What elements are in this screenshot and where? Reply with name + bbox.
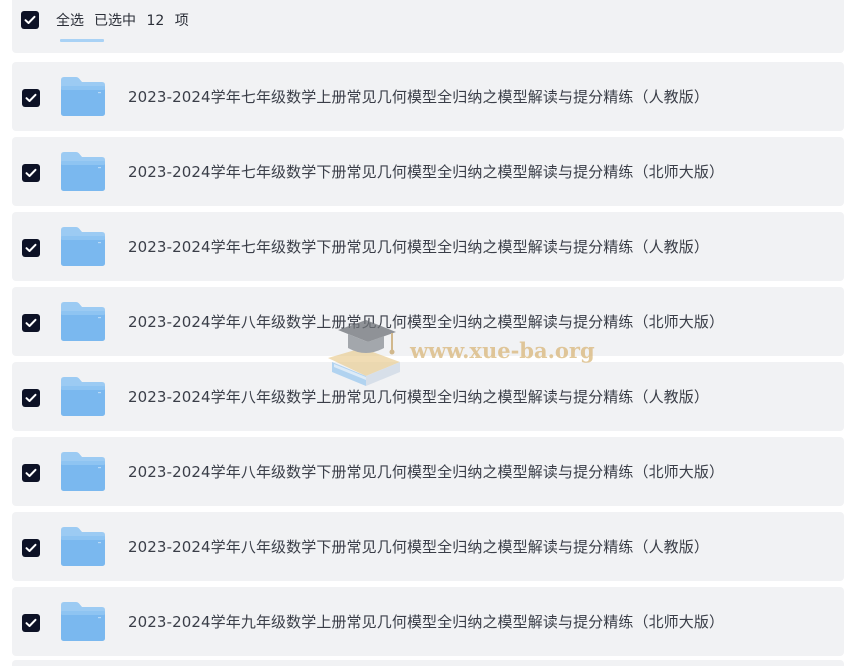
item-name[interactable]: 2023-2024学年七年级数学上册常见几何模型全归纳之模型解读与提分精练（人教…	[128, 86, 709, 107]
checkmark-icon	[25, 318, 37, 327]
item-checkbox[interactable]	[22, 614, 40, 632]
item-name[interactable]: 2023-2024学年八年级数学上册常见几何模型全归纳之模型解读与提分精练（人教…	[128, 386, 709, 407]
checkmark-icon	[25, 468, 37, 477]
item-name[interactable]: 2023-2024学年七年级数学下册常见几何模型全归纳之模型解读与提分精练（人教…	[128, 236, 709, 257]
item-checkbox[interactable]	[22, 464, 40, 482]
folder-icon	[61, 377, 105, 416]
item-checkbox[interactable]	[22, 389, 40, 407]
item-name[interactable]: 2023-2024学年九年级数学上册常见几何模型全归纳之模型解读与提分精练（北师…	[128, 611, 724, 632]
list-item[interactable]: 2023-2024学年七年级数学下册常见几何模型全归纳之模型解读与提分精练（人教…	[12, 212, 844, 281]
checkmark-icon	[25, 393, 37, 402]
selected-suffix: 项	[174, 13, 189, 29]
scrolled-folder-icon-edge	[60, 39, 104, 42]
list-item[interactable]: 2023-2024学年八年级数学上册常见几何模型全归纳之模型解读与提分精练（人教…	[12, 362, 844, 431]
folder-icon	[61, 152, 105, 191]
folder-icon	[61, 77, 105, 116]
folder-icon	[61, 452, 105, 491]
list-item[interactable]: 2023-2024学年九年级数学上册常见几何模型全归纳之模型解读与提分精练（北师…	[12, 587, 844, 656]
list-item[interactable]: 2023-2024学年七年级数学下册常见几何模型全归纳之模型解读与提分精练（北师…	[12, 137, 844, 206]
item-checkbox[interactable]	[22, 239, 40, 257]
folder-icon	[61, 602, 105, 641]
checkmark-icon	[25, 93, 37, 102]
checkmark-icon	[25, 168, 37, 177]
folder-icon	[61, 227, 105, 266]
selected-count: 12	[146, 13, 165, 29]
selection-header: 全选 已选中 12 项	[12, 0, 844, 53]
item-name[interactable]: 2023-2024学年八年级数学上册常见几何模型全归纳之模型解读与提分精练（北师…	[128, 311, 724, 332]
checkmark-icon	[25, 243, 37, 252]
list-item[interactable]: 2023-2024学年八年级数学上册常见几何模型全归纳之模型解读与提分精练（北师…	[12, 287, 844, 356]
list-item[interactable]: 2023-2024学年八年级数学下册常见几何模型全归纳之模型解读与提分精练（北师…	[12, 437, 844, 506]
next-row-partial	[12, 660, 844, 666]
item-checkbox[interactable]	[22, 164, 40, 182]
checkmark-icon	[25, 543, 37, 552]
list-item[interactable]: 2023-2024学年八年级数学下册常见几何模型全归纳之模型解读与提分精练（人教…	[12, 512, 844, 581]
selection-summary: 全选 已选中 12 项	[56, 10, 189, 30]
item-checkbox[interactable]	[22, 314, 40, 332]
item-name[interactable]: 2023-2024学年八年级数学下册常见几何模型全归纳之模型解读与提分精练（北师…	[128, 461, 724, 482]
item-name[interactable]: 2023-2024学年七年级数学下册常见几何模型全归纳之模型解读与提分精练（北师…	[128, 161, 724, 182]
select-all-label[interactable]: 全选	[56, 10, 84, 30]
select-all-checkbox[interactable]	[21, 11, 39, 29]
file-list-page: 全选 已选中 12 项 2023-2024学年七年级数学上册常见几何模型全归纳之…	[0, 0, 844, 666]
folder-icon	[61, 527, 105, 566]
item-checkbox[interactable]	[22, 539, 40, 557]
selected-prefix: 已选中	[94, 13, 136, 29]
checkmark-icon	[25, 618, 37, 627]
list-item[interactable]: 2023-2024学年七年级数学上册常见几何模型全归纳之模型解读与提分精练（人教…	[12, 62, 844, 131]
checkmark-icon	[24, 15, 36, 24]
item-name[interactable]: 2023-2024学年八年级数学下册常见几何模型全归纳之模型解读与提分精练（人教…	[128, 536, 709, 557]
item-checkbox[interactable]	[22, 89, 40, 107]
folder-icon	[61, 302, 105, 341]
